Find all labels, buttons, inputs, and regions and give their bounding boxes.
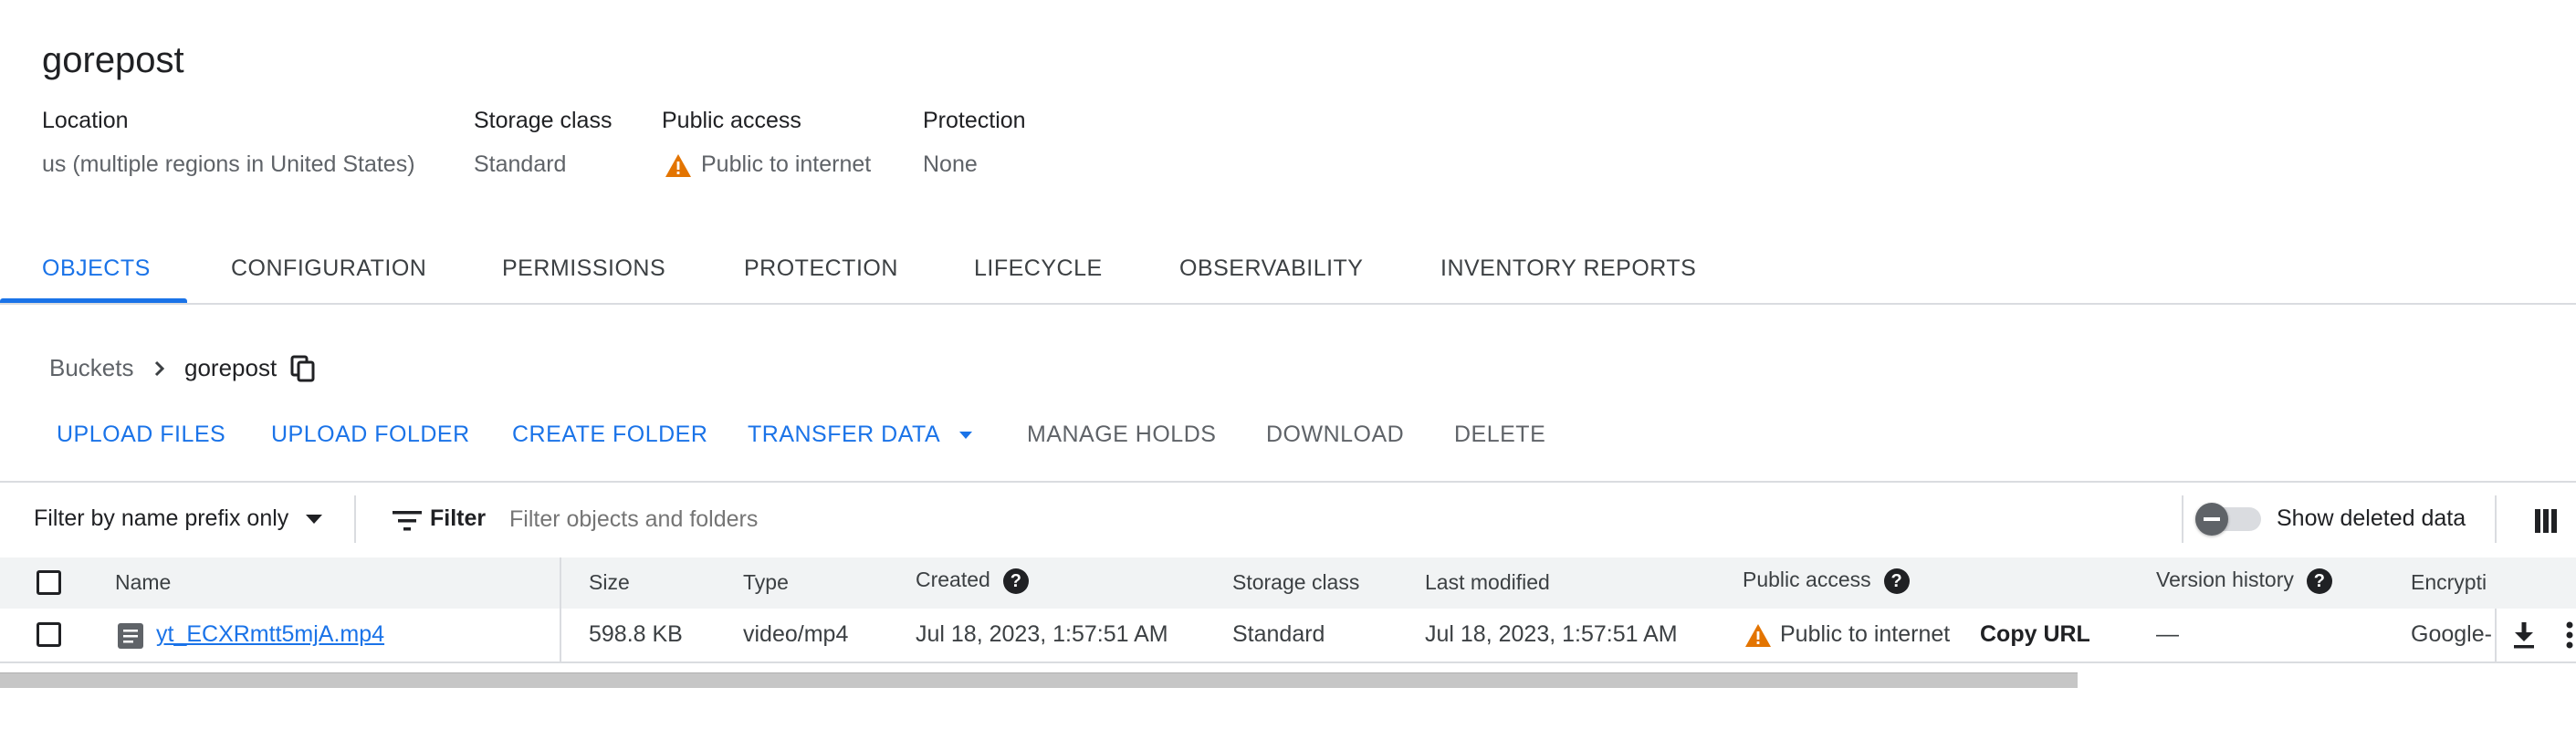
column-header-created[interactable]: Created? — [916, 568, 1029, 594]
horizontal-scrollbar[interactable] — [0, 672, 2078, 688]
divider — [2182, 495, 2183, 543]
public-access-label: Public access — [662, 108, 801, 133]
public-access-value: Public to internet — [701, 151, 872, 177]
bucket-title: gorepost — [42, 40, 184, 80]
object-size: 598.8 KB — [589, 621, 683, 647]
filter-mode-select[interactable]: Filter by name prefix only — [34, 505, 324, 532]
location-label: Location — [42, 108, 129, 133]
object-encryption: Google- — [2411, 621, 2492, 647]
column-header-encryption[interactable]: Encrypti — [2411, 570, 2495, 595]
divider — [2495, 495, 2497, 543]
warning-icon — [665, 153, 691, 177]
protection-label: Protection — [923, 108, 1026, 133]
more-vert-icon[interactable] — [2565, 620, 2574, 650]
public-access-value-wrap: Public to internet — [665, 151, 871, 178]
object-type: video/mp4 — [743, 621, 849, 647]
tab-objects[interactable]: OBJECTS — [42, 255, 151, 282]
column-header-last-modified[interactable]: Last modified — [1425, 570, 1550, 595]
warning-icon — [1745, 624, 1771, 647]
download-button[interactable]: DOWNLOAD — [1266, 422, 1404, 448]
delete-button[interactable]: DELETE — [1454, 422, 1545, 448]
show-deleted-toggle[interactable] — [2195, 503, 2261, 536]
column-header-version-history-label: Version history — [2156, 568, 2294, 591]
copy-icon[interactable] — [290, 355, 316, 382]
tab-configuration[interactable]: CONFIGURATION — [231, 255, 426, 282]
column-header-version-history[interactable]: Version history? — [2156, 568, 2332, 594]
toggle-knob — [2195, 503, 2228, 536]
object-storage-class: Standard — [1232, 621, 1325, 647]
transfer-data-button[interactable]: TRANSFER DATA — [748, 422, 975, 448]
column-header-type[interactable]: Type — [743, 570, 789, 595]
object-version-history: — — [2156, 621, 2179, 647]
column-divider — [2495, 609, 2497, 661]
show-deleted-label: Show deleted data — [2277, 505, 2466, 531]
upload-files-button[interactable]: UPLOAD FILES — [57, 422, 225, 448]
location-value: us (multiple regions in United States) — [42, 151, 415, 177]
column-header-name[interactable]: Name — [115, 570, 171, 595]
tab-permissions[interactable]: PERMISSIONS — [502, 255, 665, 282]
divider — [354, 495, 356, 543]
manage-holds-button[interactable]: MANAGE HOLDS — [1027, 422, 1216, 448]
object-last-modified: Jul 18, 2023, 1:57:51 AM — [1425, 621, 1678, 647]
table-row[interactable]: yt_ECXRmtt5mjA.mp4 598.8 KB video/mp4 Ju… — [0, 609, 2576, 663]
help-icon[interactable]: ? — [2306, 568, 2332, 594]
tab-lifecycle[interactable]: LIFECYCLE — [974, 255, 1103, 282]
breadcrumb-current: gorepost — [184, 354, 277, 381]
column-divider — [560, 609, 561, 661]
download-icon[interactable] — [2511, 620, 2537, 650]
column-header-storage-class[interactable]: Storage class — [1232, 570, 1359, 595]
column-header-size[interactable]: Size — [589, 570, 630, 595]
transfer-data-label: TRANSFER DATA — [748, 422, 939, 447]
storage-class-value: Standard — [474, 151, 567, 177]
tab-observability[interactable]: OBSERVABILITY — [1179, 255, 1363, 282]
object-created: Jul 18, 2023, 1:57:51 AM — [916, 621, 1168, 647]
column-divider[interactable] — [560, 557, 561, 609]
object-name-link[interactable]: yt_ECXRmtt5mjA.mp4 — [156, 621, 384, 648]
tab-bar: OBJECTS CONFIGURATION PERMISSIONS PROTEC… — [0, 245, 2576, 305]
tab-protection[interactable]: PROTECTION — [744, 255, 898, 282]
table-header: Name Size Type Created? Storage class La… — [0, 557, 2576, 610]
row-checkbox[interactable] — [37, 622, 61, 647]
copy-url-button[interactable]: Copy URL — [1980, 621, 2090, 648]
caret-down-icon — [306, 515, 323, 525]
column-display-icon[interactable] — [2535, 509, 2557, 533]
upload-folder-button[interactable]: UPLOAD FOLDER — [271, 422, 470, 448]
breadcrumb-buckets[interactable]: Buckets — [49, 354, 134, 382]
help-icon[interactable]: ? — [1883, 568, 1910, 594]
file-icon — [118, 623, 143, 649]
filter-icon[interactable] — [393, 510, 422, 532]
filter-mode-label: Filter by name prefix only — [34, 505, 289, 531]
filter-bar: Filter by name prefix only Filter Show d… — [0, 481, 2576, 557]
select-all-checkbox[interactable] — [37, 570, 61, 595]
filter-label: Filter — [430, 505, 487, 531]
column-header-public-access[interactable]: Public access? — [1743, 568, 1910, 594]
create-folder-button[interactable]: CREATE FOLDER — [512, 422, 707, 448]
column-header-public-access-label: Public access — [1743, 568, 1871, 591]
column-header-created-label: Created — [916, 568, 990, 591]
filter-input[interactable] — [508, 497, 2154, 541]
tab-inventory-reports[interactable]: INVENTORY REPORTS — [1440, 255, 1696, 282]
help-icon[interactable]: ? — [1002, 568, 1029, 594]
object-public-access: Public to internet — [1780, 621, 1951, 647]
storage-class-label: Storage class — [474, 108, 613, 133]
active-tab-indicator — [0, 298, 187, 303]
caret-down-icon — [959, 432, 973, 440]
protection-value: None — [923, 151, 978, 177]
chevron-right-icon — [154, 360, 165, 377]
